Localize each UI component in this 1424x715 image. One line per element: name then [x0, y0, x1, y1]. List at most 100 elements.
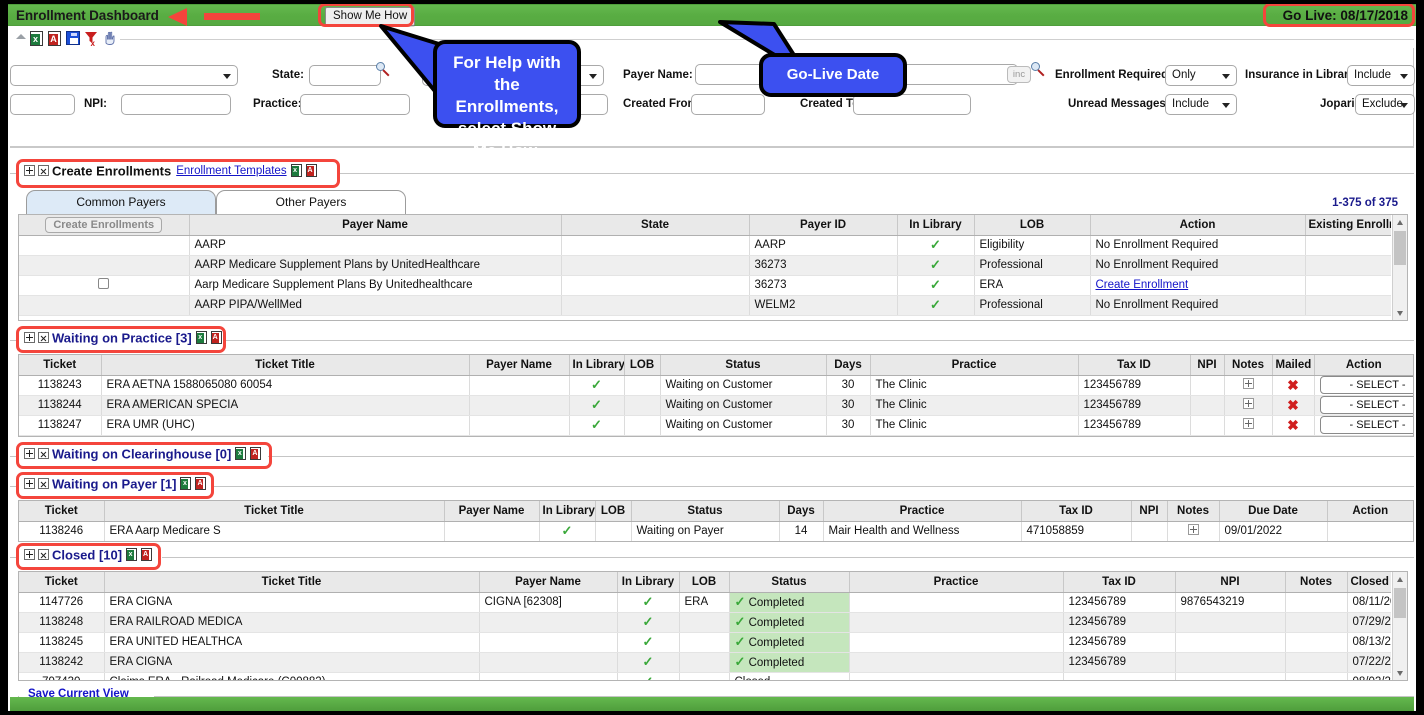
- npi-input[interactable]: [121, 94, 231, 115]
- expand-icon[interactable]: [24, 165, 35, 177]
- expand-icon[interactable]: [24, 478, 35, 490]
- cell-ticket: 1138243: [19, 375, 102, 396]
- grid-vertical-scrollbar[interactable]: [1392, 215, 1407, 320]
- scroll-up-button[interactable]: [1393, 215, 1407, 229]
- inc-button[interactable]: inc: [1007, 66, 1031, 83]
- table-row[interactable]: 1138245 ERA UNITED HEALTHCA ✓ ✓ Complete…: [19, 632, 1391, 653]
- table-row[interactable]: 1138244 ERA AMERICAN SPECIA ✓ Waiting on…: [19, 395, 1413, 416]
- table-row[interactable]: Aarp Medicare Supplement Plans By United…: [19, 275, 1391, 296]
- expand-icon[interactable]: [24, 332, 35, 344]
- excel-export-icon[interactable]: [30, 31, 44, 46]
- action-select[interactable]: - SELECT -: [1319, 416, 1413, 434]
- pdf-export-icon[interactable]: [141, 548, 153, 562]
- notes-expand-icon[interactable]: [1187, 524, 1199, 535]
- action-select[interactable]: - SELECT -: [1319, 376, 1413, 394]
- tab-other-payers[interactable]: Other Payers: [216, 190, 406, 214]
- cell-ticket-title: Claims ERA - Railroad Medicare (C00882): [104, 672, 480, 680]
- table-row[interactable]: 1147726 ERA CIGNA CIGNA [62308] ✓ ERA ✓ …: [19, 592, 1391, 613]
- cell-lob: Eligibility: [974, 235, 1091, 256]
- table-row[interactable]: 1138248 ERA RAILROAD MEDICA ✓ ✓ Complete…: [19, 612, 1391, 633]
- scroll-thumb[interactable]: [1394, 588, 1406, 618]
- table-row[interactable]: 1138246 ERA Aarp Medicare S ✓ Waiting on…: [19, 521, 1413, 541]
- table-row[interactable]: 797430 Claims ERA - Railroad Medicare (C…: [19, 672, 1391, 680]
- filter-input-left[interactable]: [10, 94, 75, 115]
- pdf-export-icon[interactable]: [210, 331, 222, 345]
- excel-export-icon[interactable]: [290, 164, 302, 178]
- scroll-down-button[interactable]: [1393, 666, 1407, 680]
- table-row[interactable]: 1138242 ERA CIGNA ✓ ✓ Completed 12345678…: [19, 652, 1391, 673]
- cell-notes[interactable]: [1224, 395, 1273, 416]
- tab-common-payers[interactable]: Common Payers: [26, 190, 216, 214]
- cell-action[interactable]: - SELECT -: [1314, 395, 1413, 416]
- cell-npi: [1190, 415, 1225, 436]
- collapse-icon[interactable]: [16, 34, 26, 39]
- cell-ticket-title: ERA CIGNA: [104, 592, 480, 613]
- cell-action[interactable]: - SELECT -: [1314, 375, 1413, 396]
- excel-export-icon[interactable]: [235, 447, 247, 461]
- scroll-thumb[interactable]: [1394, 231, 1406, 265]
- close-icon[interactable]: [38, 478, 49, 490]
- pdf-export-icon[interactable]: [195, 477, 207, 491]
- jopari-select[interactable]: Exclude: [1355, 94, 1415, 115]
- pdf-export-icon[interactable]: [250, 447, 262, 461]
- hand-icon[interactable]: [103, 31, 117, 46]
- close-icon[interactable]: [38, 448, 49, 460]
- row-checkbox-cell[interactable]: [19, 255, 190, 276]
- excel-export-icon[interactable]: [195, 331, 207, 345]
- table-row[interactable]: AARP PIPA/WellMed WELM2 ✓ Professional N…: [19, 295, 1391, 316]
- notes-expand-icon[interactable]: [1242, 398, 1254, 409]
- cell-notes[interactable]: [1224, 415, 1273, 436]
- created-from-input[interactable]: [691, 94, 765, 115]
- filter-dropdown-1[interactable]: [10, 65, 238, 86]
- row-checkbox-cell[interactable]: [19, 235, 190, 256]
- notes-expand-icon[interactable]: [1242, 378, 1254, 389]
- cell-ticket-title: ERA UNITED HEALTHCA: [104, 632, 480, 653]
- row-checkbox-cell[interactable]: [19, 275, 190, 296]
- cell-notes[interactable]: [1167, 521, 1220, 541]
- row-checkbox-cell[interactable]: [19, 295, 190, 316]
- cell-action[interactable]: - SELECT -: [1314, 415, 1413, 436]
- pdf-export-icon[interactable]: [305, 164, 317, 178]
- table-row[interactable]: AARP Medicare Supplement Plans by United…: [19, 255, 1391, 276]
- cell-closed: 08/13/2022: [1347, 632, 1391, 653]
- col-action: Action: [1314, 355, 1413, 376]
- clear-filter-icon[interactable]: x: [84, 31, 98, 48]
- scroll-down-button[interactable]: [1393, 306, 1407, 320]
- waiting-on-clearinghouse-section: Waiting on Clearinghouse [0]: [10, 446, 1414, 466]
- expand-icon[interactable]: [24, 448, 35, 460]
- cell-action[interactable]: Create Enrollment: [1090, 275, 1306, 296]
- save-icon[interactable]: [66, 31, 80, 46]
- excel-export-icon[interactable]: [126, 548, 138, 562]
- close-icon[interactable]: [38, 165, 49, 177]
- enrollment-required-select[interactable]: Only: [1165, 65, 1237, 86]
- insurance-in-library-select[interactable]: Include: [1347, 65, 1415, 86]
- table-row[interactable]: AARP AARP ✓ Eligibility No Enrollment Re…: [19, 235, 1391, 256]
- enrollment-templates-link[interactable]: Enrollment Templates: [176, 165, 286, 177]
- scroll-up-button[interactable]: [1393, 572, 1407, 586]
- table-row[interactable]: 1138247 ERA UMR (UHC) ✓ Waiting on Custo…: [19, 415, 1413, 436]
- payer-search-icon[interactable]: [1031, 62, 1046, 78]
- created-to-input[interactable]: [853, 94, 971, 115]
- unread-messages-select[interactable]: Include: [1165, 94, 1237, 115]
- cell-lob: Professional: [974, 255, 1091, 276]
- row-checkbox[interactable]: [98, 278, 110, 289]
- cell-ticket: 1138242: [19, 652, 105, 673]
- cell-payer-name: [469, 395, 570, 416]
- cell-days: 30: [826, 415, 871, 436]
- excel-export-icon[interactable]: [180, 477, 192, 491]
- action-select[interactable]: - SELECT -: [1319, 396, 1413, 414]
- expand-icon[interactable]: [24, 549, 35, 561]
- table-row[interactable]: 1138243 ERA AETNA 1588065080 60054 ✓ Wai…: [19, 375, 1413, 396]
- cell-notes[interactable]: [1224, 375, 1273, 396]
- create-enrollments-button[interactable]: Create Enrollments: [45, 216, 163, 233]
- cell-in-library: ✓: [897, 235, 975, 256]
- create-enrollment-link[interactable]: Create Enrollment: [1096, 279, 1189, 291]
- cell-tax-id: 123456789: [1063, 632, 1176, 653]
- grid-vertical-scrollbar[interactable]: [1392, 572, 1407, 680]
- close-icon[interactable]: [38, 549, 49, 561]
- cell-existing: [1305, 295, 1391, 316]
- notes-expand-icon[interactable]: [1242, 418, 1254, 429]
- x-icon: ✖: [1287, 396, 1299, 413]
- close-icon[interactable]: [38, 332, 49, 344]
- pdf-export-icon[interactable]: [48, 31, 62, 46]
